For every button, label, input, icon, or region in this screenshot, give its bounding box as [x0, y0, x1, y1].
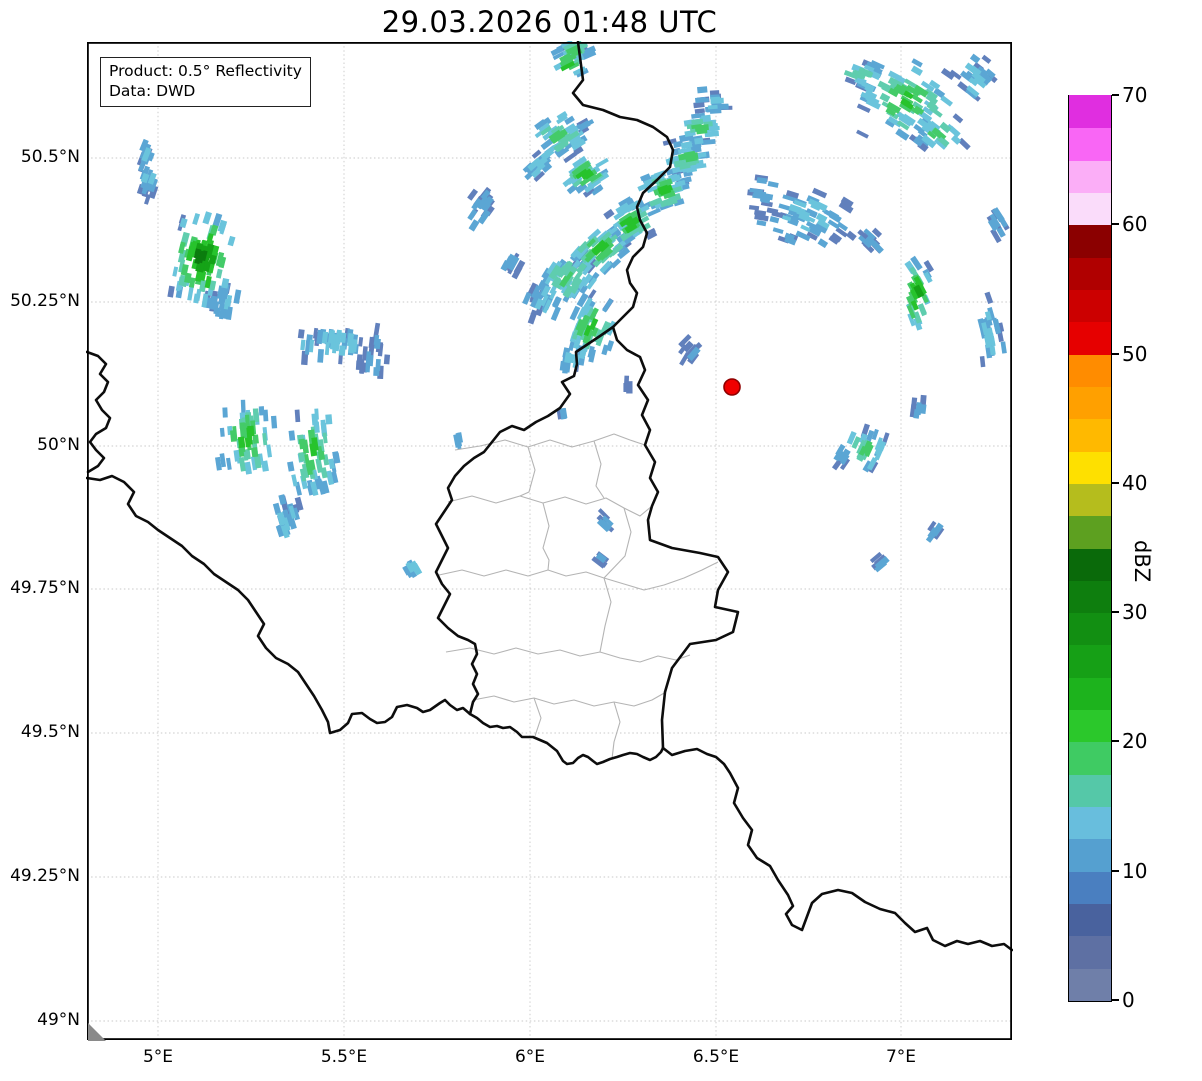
country-borders — [86, 41, 1013, 952]
lat-tick-label: 50.5°N — [20, 147, 80, 167]
colorbar-tick-label: 50 — [1122, 341, 1148, 366]
colorbar-segment — [1069, 580, 1111, 614]
colorbar-segment — [1069, 677, 1111, 711]
colorbar-tick-label: 40 — [1122, 470, 1148, 495]
reflectivity-echoes — [136, 41, 1010, 579]
lon-tick-label: 6.5°E — [692, 1047, 740, 1067]
colorbar-segment — [1069, 515, 1111, 549]
colorbar-segment — [1069, 192, 1111, 226]
lon-tick-label: 7°E — [885, 1047, 917, 1067]
lat-tick-label: 49.75°N — [10, 578, 80, 598]
colorbar-segment — [1069, 483, 1111, 517]
colorbar-tick-label: 20 — [1122, 729, 1148, 754]
plot-title: 29.03.2026 01:48 UTC — [381, 5, 718, 39]
lon-tick-label: 5°E — [142, 1047, 174, 1067]
lon-tick-label: 5.5°E — [320, 1047, 368, 1067]
map-frame — [87, 42, 1013, 1041]
colorbar-segment — [1069, 709, 1111, 743]
colorbar-tick — [1112, 611, 1119, 614]
colorbar-segment — [1069, 903, 1111, 937]
colorbar-tick — [1112, 481, 1119, 484]
colorbar-segment — [1069, 935, 1111, 969]
lat-tick-label: 50.25°N — [10, 291, 80, 311]
lat-tick-label: 49°N — [37, 1010, 80, 1030]
radar-map — [86, 41, 1013, 1041]
colorbar-segment — [1069, 612, 1111, 646]
colorbar-tick — [1112, 94, 1119, 96]
graticule — [87, 42, 1012, 1040]
colorbar-tick — [1112, 223, 1119, 226]
colorbar-segment — [1069, 774, 1111, 808]
colorbar-tick — [1112, 869, 1119, 872]
colorbar — [1068, 95, 1112, 1002]
colorbar-segment — [1069, 450, 1111, 484]
colorbar-segment — [1069, 871, 1111, 905]
colorbar-tick — [1112, 740, 1119, 743]
colorbar-segment — [1069, 160, 1111, 193]
colorbar-segment — [1069, 968, 1111, 1001]
lat-tick-label: 49.25°N — [10, 866, 80, 886]
colorbar-segment — [1069, 741, 1111, 775]
product-label: Product: 0.5° Reflectivity — [109, 62, 302, 80]
colorbar-tick-label: 10 — [1122, 858, 1148, 883]
colorbar-tick — [1112, 352, 1119, 355]
colorbar-segment — [1069, 224, 1111, 258]
product-info-box: Product: 0.5° Reflectivity Data: DWD — [100, 57, 311, 107]
colorbar-segment — [1069, 418, 1111, 452]
colorbar-tick-label: 60 — [1122, 212, 1148, 237]
colorbar-segment — [1069, 289, 1111, 323]
colorbar-segment — [1069, 644, 1111, 678]
lon-tick-label: 6°E — [514, 1047, 546, 1067]
radar-site-marker — [723, 378, 741, 396]
colorbar-segment — [1069, 838, 1111, 872]
colorbar-unit-label: dBZ — [1130, 540, 1154, 583]
colorbar-segment — [1069, 257, 1111, 290]
colorbar-segment — [1069, 547, 1111, 581]
radar-figure: 29.03.2026 01:48 UTC Product: 0.5° Refle… — [0, 0, 1202, 1081]
colorbar-segment — [1069, 321, 1111, 355]
lat-tick-label: 49.5°N — [20, 722, 80, 742]
colorbar-tick-label: 70 — [1122, 83, 1148, 107]
colorbar-tick-label: 0 — [1122, 988, 1135, 1012]
colorbar-tick — [1112, 999, 1119, 1001]
colorbar-segment — [1069, 95, 1111, 129]
colorbar-segment — [1069, 127, 1111, 161]
data-source-label: Data: DWD — [109, 82, 196, 101]
colorbar-segment — [1069, 354, 1111, 387]
colorbar-segment — [1069, 806, 1111, 840]
colorbar-segment — [1069, 386, 1111, 420]
colorbar-tick-label: 30 — [1122, 600, 1148, 625]
district-borders — [438, 433, 719, 760]
lat-tick-label: 50°N — [37, 435, 80, 455]
